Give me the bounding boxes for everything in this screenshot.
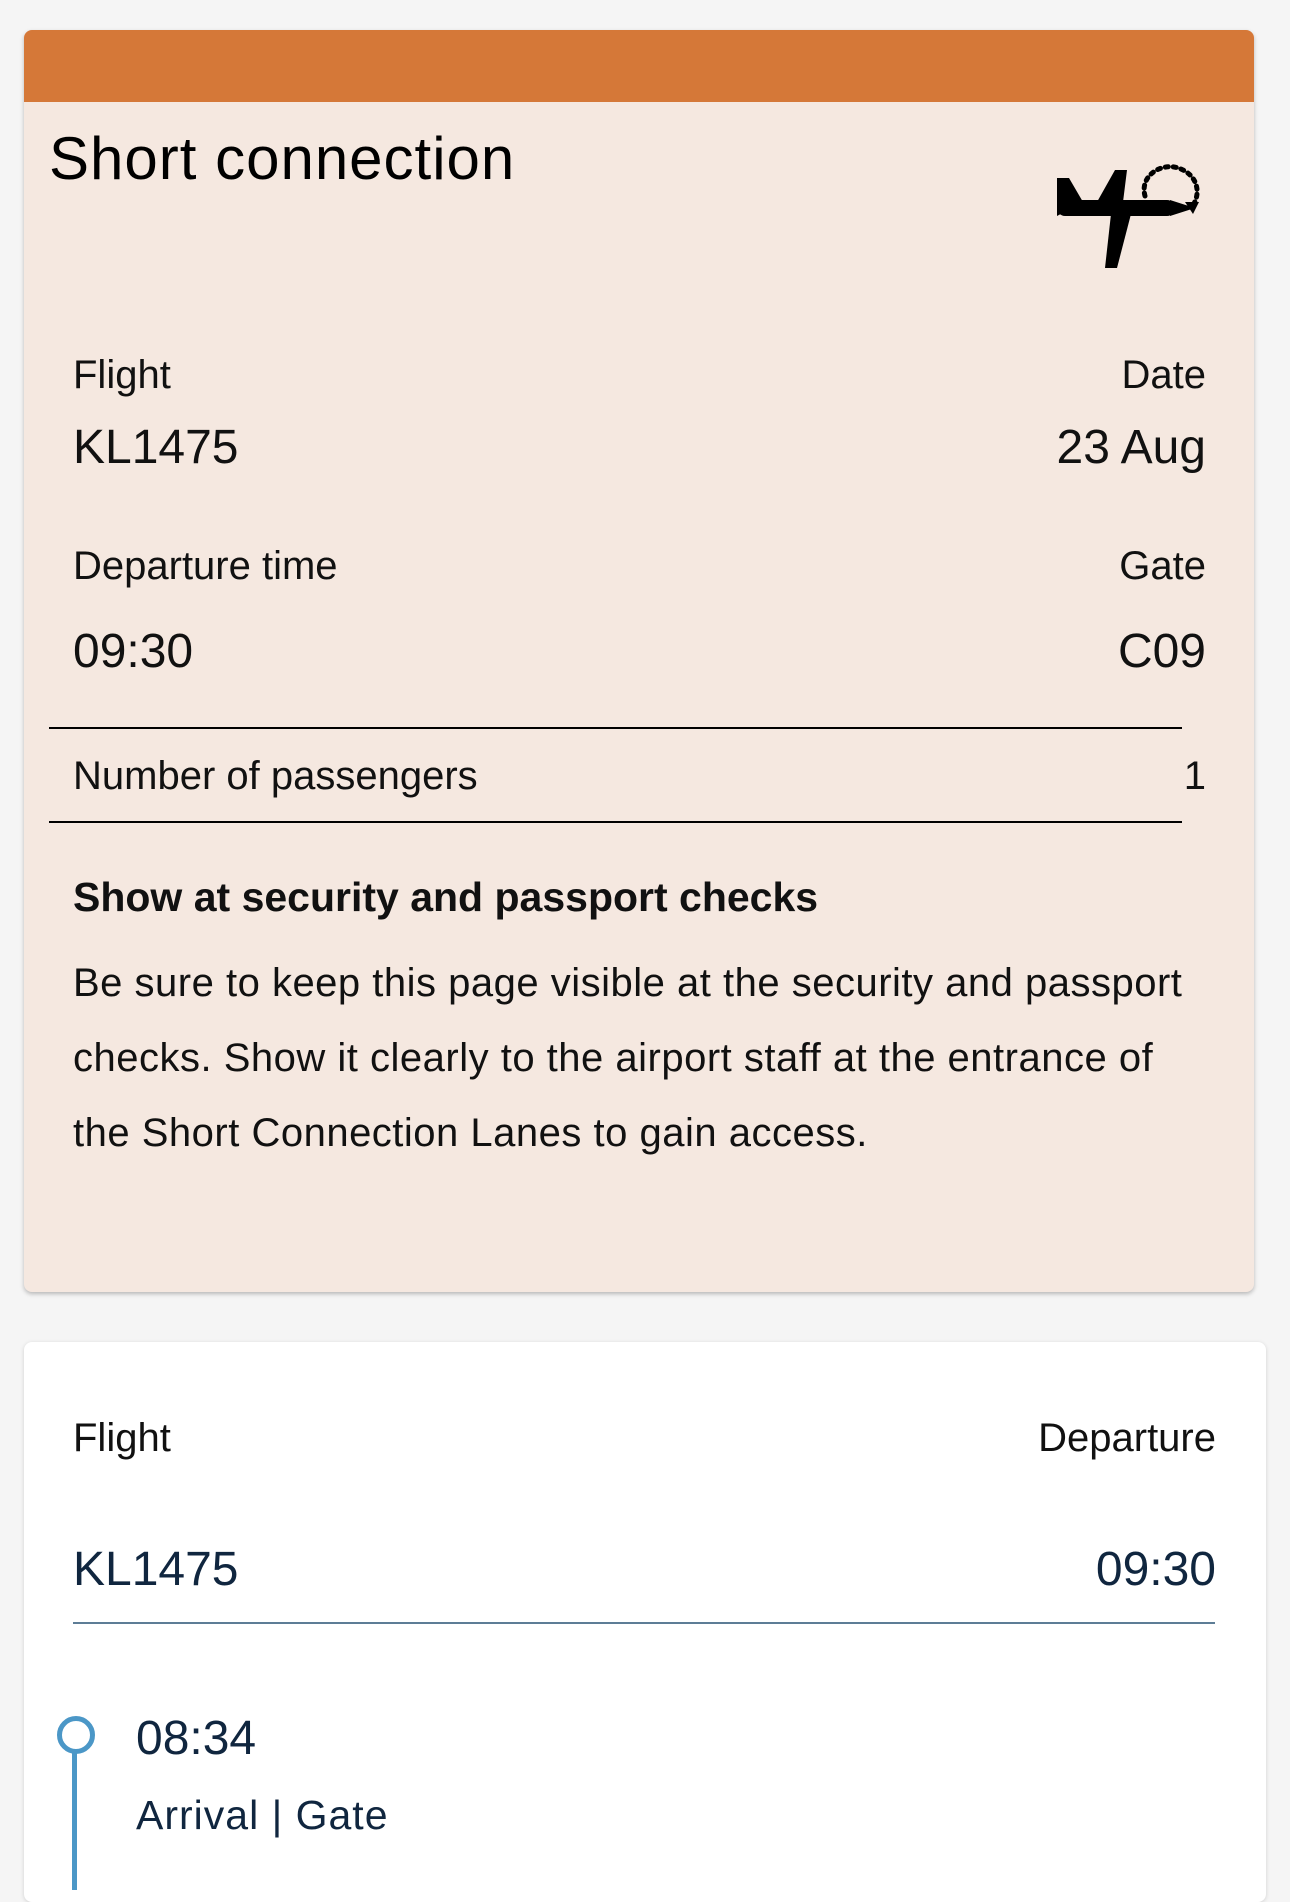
- flight-divider: [73, 1622, 1215, 1624]
- gate-value: C09: [1117, 625, 1206, 678]
- flight-number: KL1475: [73, 421, 239, 474]
- gate-label: Gate: [1119, 544, 1206, 588]
- timeline-line: [72, 1750, 77, 1890]
- flight-label-2: Flight: [73, 1416, 171, 1460]
- flight-number-2: KL1475: [73, 1543, 239, 1596]
- plane-connection-icon: [1057, 164, 1200, 268]
- card-title: Short connection: [49, 125, 516, 192]
- timeline-time: 08:34: [136, 1712, 257, 1765]
- departure-time-2: 09:30: [1095, 1543, 1216, 1596]
- divider-bottom: [49, 821, 1182, 823]
- notice-title: Show at security and passport checks: [73, 874, 819, 920]
- timeline-label: Arrival | Gate: [136, 1792, 389, 1838]
- notice-body: Be sure to keep this page visible at the…: [73, 961, 1183, 1155]
- departure-label: Departure: [1038, 1416, 1216, 1460]
- passengers-label: Number of passengers: [73, 754, 478, 798]
- timeline-dot-icon: [57, 1716, 95, 1754]
- card-accent-bar: [24, 30, 1254, 102]
- divider-top: [49, 727, 1182, 729]
- flight-date: 23 Aug: [1056, 421, 1206, 474]
- date-label: Date: [1121, 353, 1207, 397]
- flight-label: Flight: [73, 353, 171, 397]
- departure-time-label: Departure time: [73, 544, 338, 588]
- departure-time: 09:30: [73, 625, 194, 678]
- passengers-count: 1: [1183, 754, 1206, 798]
